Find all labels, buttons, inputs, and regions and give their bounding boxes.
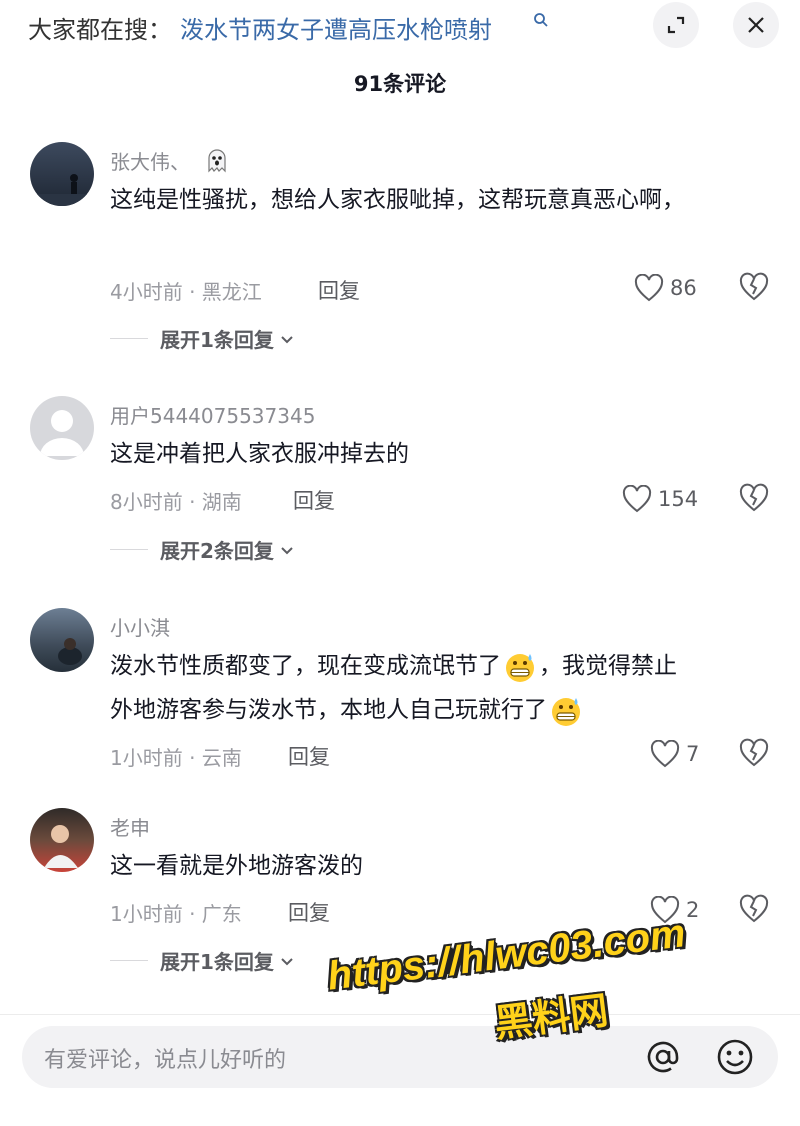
like-button[interactable]: 154 (622, 483, 698, 515)
chevron-down-icon (281, 546, 293, 554)
like-count: 7 (686, 742, 700, 766)
search-prefix: 大家都在搜： (28, 16, 172, 44)
heart-icon (634, 274, 664, 302)
like-count: 154 (658, 487, 699, 511)
reply-button[interactable]: 回复 (288, 741, 330, 771)
expand-button[interactable] (653, 2, 699, 48)
dislike-button[interactable] (738, 272, 770, 304)
expand-icon (667, 16, 685, 34)
avatar[interactable] (30, 142, 94, 206)
comment-username[interactable]: 老申 (110, 812, 150, 841)
comment-meta: 8小时前 · 湖南 (110, 490, 242, 514)
expand-replies-button[interactable]: 展开1条回复 (110, 946, 296, 975)
comment-username[interactable]: 小小淇 (110, 612, 170, 641)
expand-replies-button[interactable]: 展开2条回复 (110, 535, 296, 564)
comment-meta: 1小时前 · 云南 (110, 746, 242, 770)
comment-meta: 1小时前 · 广东 (110, 902, 242, 926)
ghost-icon (204, 147, 230, 178)
reply-button[interactable]: 回复 (293, 485, 335, 515)
comment-text: 这纯是性骚扰，想给人家衣服呲掉，这帮玩意真恶心啊， (110, 187, 685, 213)
expand-replies-label: 展开2条回复 (160, 539, 274, 563)
avatar[interactable] (30, 608, 94, 672)
like-button[interactable]: 86 (634, 272, 697, 304)
divider-line (110, 960, 148, 961)
comment-meta: 4小时前 · 黑龙江 (110, 280, 262, 304)
comment-count-title: 91条评论 (353, 72, 447, 96)
close-button[interactable] (733, 2, 779, 48)
chevron-down-icon (281, 335, 293, 343)
chevron-down-icon (281, 957, 293, 965)
heart-icon (650, 740, 680, 768)
expand-replies-label: 展开1条回复 (160, 328, 274, 352)
heart-icon (622, 485, 652, 513)
broken-heart-icon (739, 483, 769, 512)
expand-replies-label: 展开1条回复 (160, 950, 274, 974)
divider-line (110, 338, 148, 339)
like-button[interactable]: 7 (650, 738, 699, 770)
search-suggestion-bar[interactable]: 大家都在搜： 泼水节两女子遭高压水枪喷射 (0, 0, 800, 56)
dislike-button[interactable] (738, 483, 770, 515)
watermark-url: https://hlwc03.com (325, 911, 688, 999)
avatar[interactable] (30, 396, 94, 460)
reply-button[interactable]: 回复 (288, 897, 330, 927)
default-avatar-icon (40, 410, 84, 456)
dislike-button[interactable] (738, 738, 770, 770)
broken-heart-icon (739, 738, 769, 767)
avatar[interactable] (30, 808, 94, 872)
comment-username[interactable]: 张大伟、 (110, 146, 230, 178)
comment-text: 泼水节性质都变了，现在变成流氓节了 ，我觉得禁止 外地游客参与泼水节，本地人自己玩… (110, 644, 770, 732)
like-count: 86 (670, 276, 697, 300)
watermark-name: 黑料网 (491, 988, 611, 1046)
reply-button[interactable]: 回复 (318, 275, 360, 305)
grimacing-sweat-emoji-icon (552, 697, 580, 726)
grimacing-sweat-emoji-icon (506, 653, 534, 682)
comment-username[interactable]: 用户5444075537345 (110, 400, 315, 429)
comment-text: 这是冲着把人家衣服冲掉去的 (110, 441, 409, 467)
close-icon (748, 17, 764, 33)
divider-line (110, 549, 148, 550)
broken-heart-icon (739, 272, 769, 301)
comment-input-placeholder: 有爱评论，说点儿好听的 (44, 1048, 287, 1073)
search-term-link[interactable]: 泼水节两女子遭高压水枪喷射 (180, 10, 492, 45)
search-icon (533, 12, 549, 32)
comment-text: 这一看就是外地游客泼的 (110, 853, 363, 879)
expand-replies-button[interactable]: 展开1条回复 (110, 324, 296, 353)
